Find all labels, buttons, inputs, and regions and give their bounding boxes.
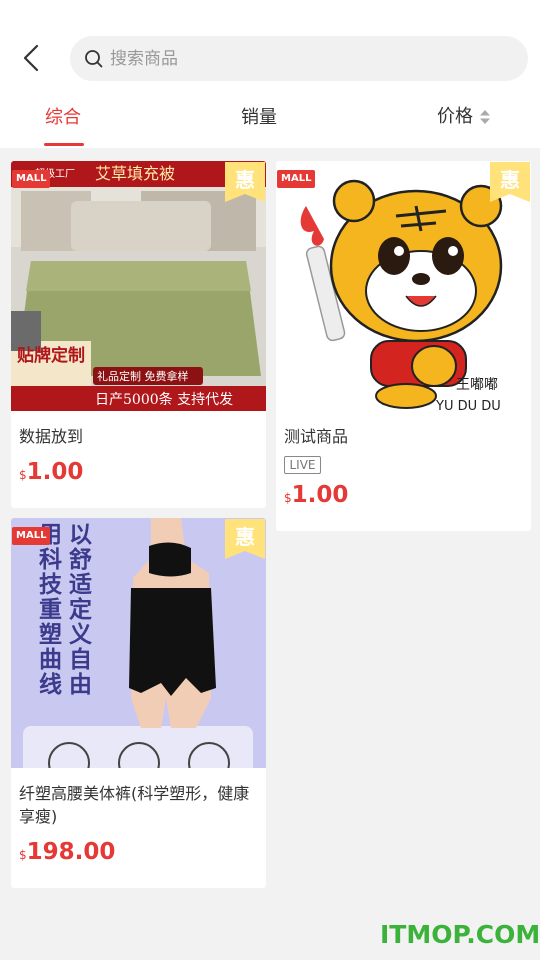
tab-sales[interactable]: 销量 <box>241 103 277 129</box>
promo-badge: 惠 <box>490 162 530 202</box>
mall-badge: MALL <box>277 170 316 188</box>
search-icon <box>85 49 103 67</box>
back-button[interactable] <box>14 38 50 78</box>
svg-text:惠: 惠 <box>235 525 255 549</box>
product-title: 纤塑高腰美体裤(科学塑形，健康享瘦) <box>19 784 250 826</box>
active-tab-indicator <box>44 143 84 146</box>
watermark: ITMOP.COM <box>380 920 540 949</box>
product-card[interactable]: 用 科 技 重 塑 曲 线 以 舒 适 定 义 自 由 MALL 惠 纤塑高腰美… <box>11 518 266 888</box>
product-title: 数据放到 <box>19 427 84 446</box>
image-text-col2: 以 舒 适 定 义 自 由 <box>69 522 100 698</box>
promo-badge: 惠 <box>225 162 265 202</box>
svg-text:惠: 惠 <box>235 168 255 192</box>
svg-text:惠: 惠 <box>500 168 520 192</box>
product-title: 测试商品 <box>284 427 349 446</box>
top-bar: 综合 销量 价格 <box>0 0 540 148</box>
tab-price[interactable]: 价格 <box>437 102 473 128</box>
mall-badge: MALL <box>12 527 51 545</box>
live-badge: LIVE <box>284 456 321 474</box>
chevron-left-icon <box>23 44 39 72</box>
product-price: $1.00 <box>19 459 84 485</box>
image-text-bottom: 日产5000条 支持代发 <box>95 391 233 408</box>
search-bar[interactable] <box>70 36 528 81</box>
image-text-name-cn: 王嘟嘟 <box>456 377 498 393</box>
search-input[interactable] <box>110 48 490 69</box>
product-price: $1.00 <box>284 482 349 508</box>
tab-comprehensive[interactable]: 综合 <box>45 103 81 129</box>
image-text-top: 艾草填充被 <box>95 164 175 183</box>
image-text-col1: 用 科 技 重 塑 曲 线 <box>39 522 70 698</box>
image-text-name-en: YU DU DU <box>435 399 501 411</box>
product-card[interactable]: 王嘟嘟 YU DU DU MALL 惠 测试商品 LIVE $1.00 <box>276 161 531 531</box>
mall-badge: MALL <box>12 170 51 188</box>
sort-arrows-icon[interactable] <box>480 110 490 124</box>
product-price: $198.00 <box>19 839 116 865</box>
product-card[interactable]: 艾草填充被 超级工厂 贴牌定制 礼品定制 免费拿样 日产5000条 支持代发 M… <box>11 161 266 508</box>
image-text-ribbon: 礼品定制 免费拿样 <box>97 369 189 383</box>
promo-badge: 惠 <box>225 519 265 559</box>
image-text-side: 贴牌定制 <box>17 345 85 366</box>
